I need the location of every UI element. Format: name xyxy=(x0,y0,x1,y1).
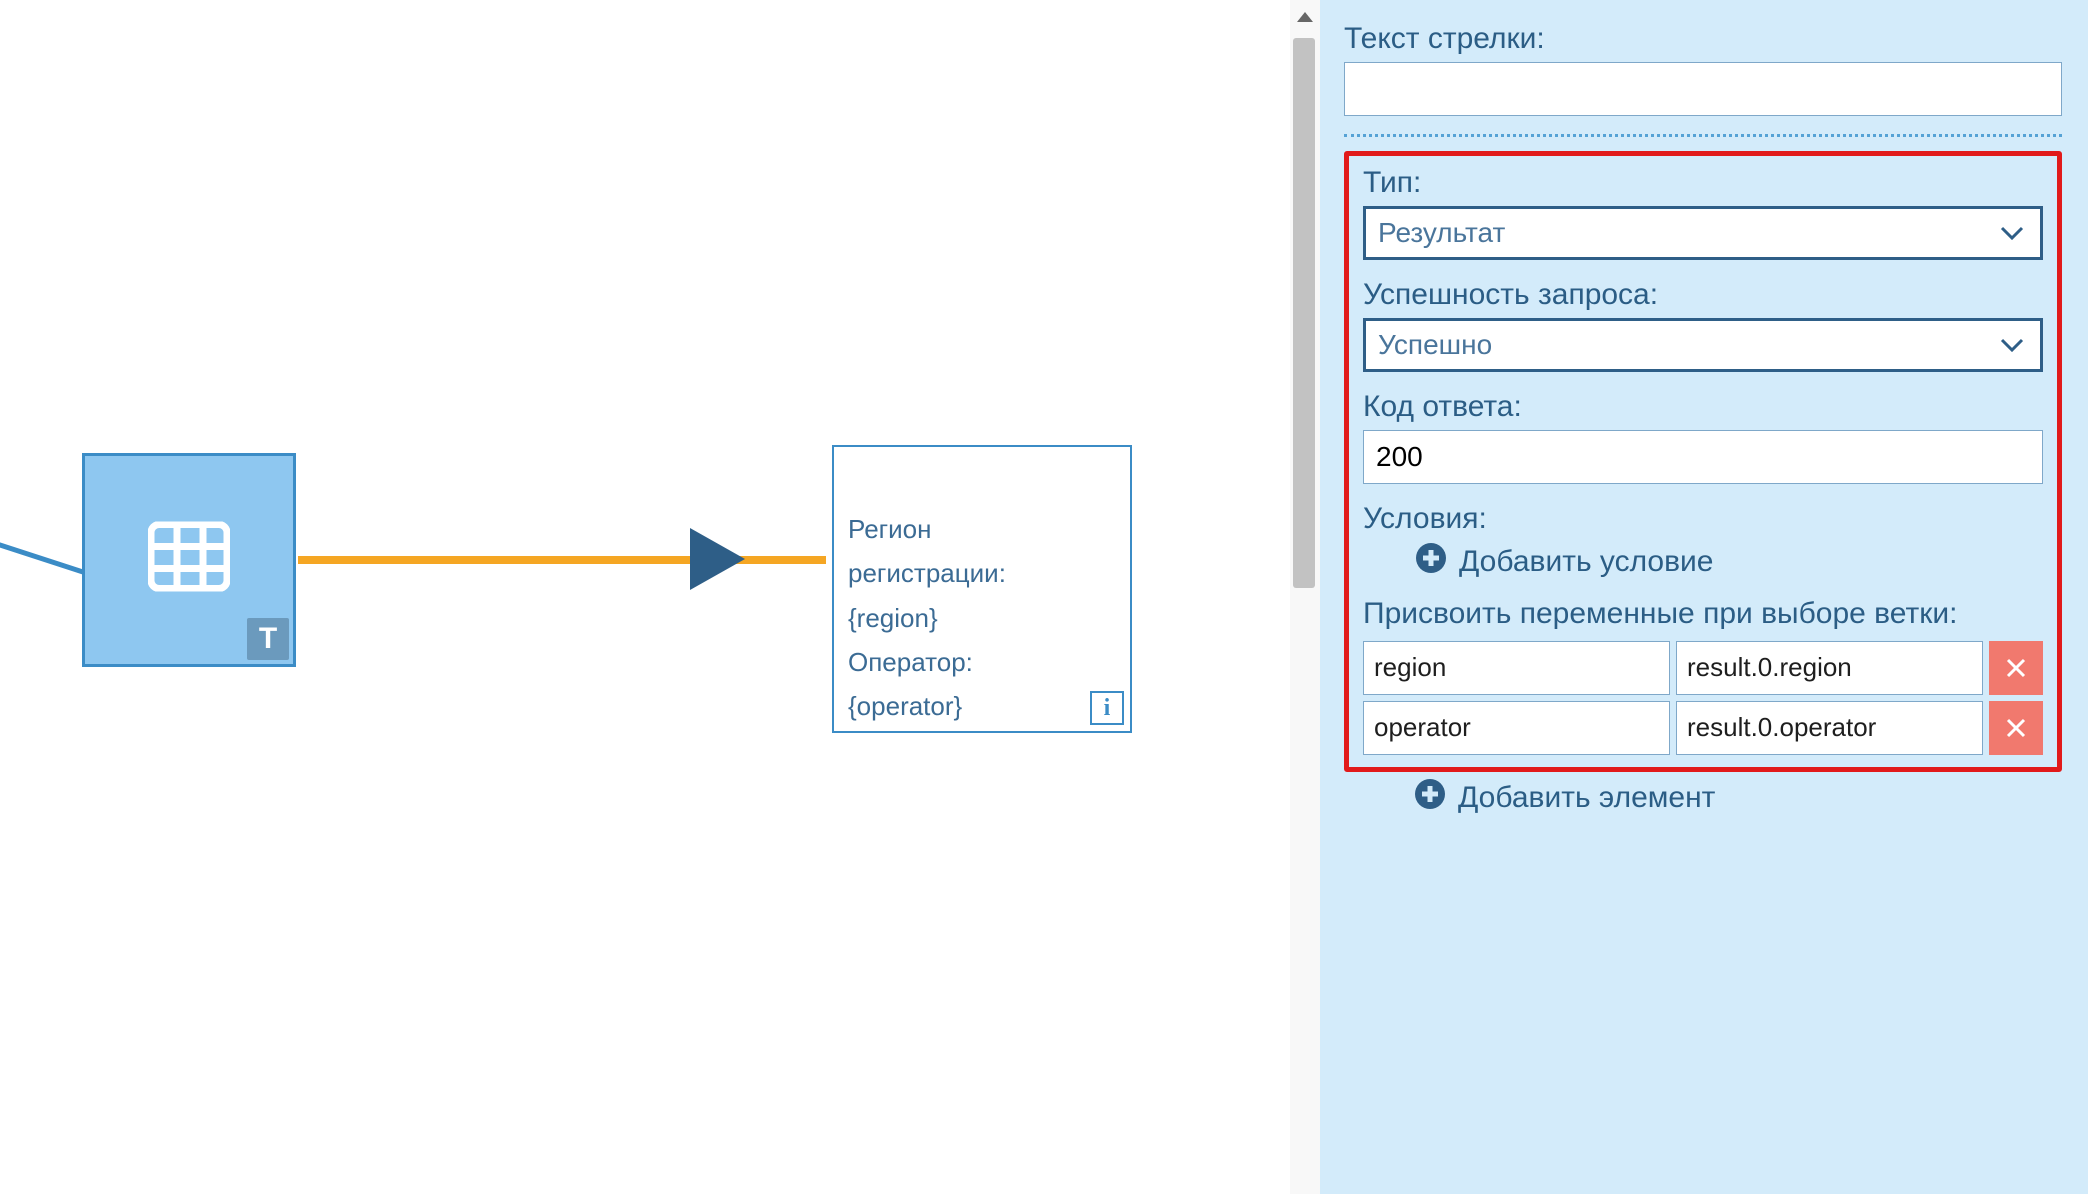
edge-arrowhead-icon xyxy=(690,528,750,597)
success-select-value: Успешно xyxy=(1378,329,1492,361)
arrow-text-input[interactable] xyxy=(1344,62,2062,116)
close-icon xyxy=(2005,657,2027,679)
var-value-input[interactable] xyxy=(1676,641,1983,695)
diagram-canvas[interactable]: T Регион регистрации: {region} Оператор:… xyxy=(0,0,1290,1194)
delete-var-button[interactable] xyxy=(1989,641,2043,695)
success-label: Успешность запроса: xyxy=(1363,278,2043,312)
success-select[interactable]: Успешно xyxy=(1363,318,2043,372)
add-condition-button[interactable]: Добавить условие xyxy=(1363,542,2043,582)
arrow-text-section: Текст стрелки: xyxy=(1344,22,2062,116)
conditions-label: Условия: xyxy=(1363,502,2043,536)
node-type-badge: T xyxy=(247,618,289,660)
table-icon xyxy=(148,522,230,599)
assign-vars-section: Присвоить переменные при выборе ветки: xyxy=(1363,594,2043,755)
add-element-button[interactable]: Добавить элемент xyxy=(1344,778,2062,818)
type-select-value: Результат xyxy=(1378,217,1505,249)
var-row xyxy=(1363,641,2043,695)
highlighted-settings: Тип: Результат Успешность запроса: Успеш… xyxy=(1344,151,2062,772)
type-select[interactable]: Результат xyxy=(1363,206,2043,260)
var-name-input[interactable] xyxy=(1363,701,1670,755)
target-node-text: Регион регистрации: {region} Оператор: {… xyxy=(848,514,1006,721)
info-icon[interactable]: i xyxy=(1090,691,1124,725)
properties-panel: Текст стрелки: Тип: Результат Успешность… xyxy=(1320,0,2088,1194)
var-row xyxy=(1363,701,2043,755)
add-element-label: Добавить элемент xyxy=(1458,781,1715,815)
conditions-section: Условия: Добавить условие xyxy=(1363,502,2043,582)
add-condition-label: Добавить условие xyxy=(1459,545,1714,579)
var-name-input[interactable] xyxy=(1363,641,1670,695)
chevron-down-icon xyxy=(2000,226,2024,240)
incoming-edge xyxy=(0,538,88,576)
scrollbar-thumb[interactable] xyxy=(1293,38,1315,588)
scroll-up-icon[interactable] xyxy=(1290,2,1320,32)
chevron-down-icon xyxy=(2000,338,2024,352)
close-icon xyxy=(2005,717,2027,739)
section-divider xyxy=(1344,134,2062,137)
plus-circle-icon xyxy=(1414,778,1446,818)
type-label: Тип: xyxy=(1363,166,2043,200)
code-label: Код ответа: xyxy=(1363,390,2043,424)
var-value-input[interactable] xyxy=(1676,701,1983,755)
delete-var-button[interactable] xyxy=(1989,701,2043,755)
code-input[interactable] xyxy=(1363,430,2043,484)
success-section: Успешность запроса: Успешно xyxy=(1363,278,2043,372)
target-node[interactable]: Регион регистрации: {region} Оператор: {… xyxy=(832,445,1132,733)
arrow-text-label: Текст стрелки: xyxy=(1344,22,2062,56)
assign-vars-label: Присвоить переменные при выборе ветки: xyxy=(1363,594,2043,635)
source-node[interactable]: T xyxy=(82,453,296,667)
code-section: Код ответа: xyxy=(1363,390,2043,484)
plus-circle-icon xyxy=(1415,542,1447,582)
type-section: Тип: Результат xyxy=(1363,166,2043,260)
